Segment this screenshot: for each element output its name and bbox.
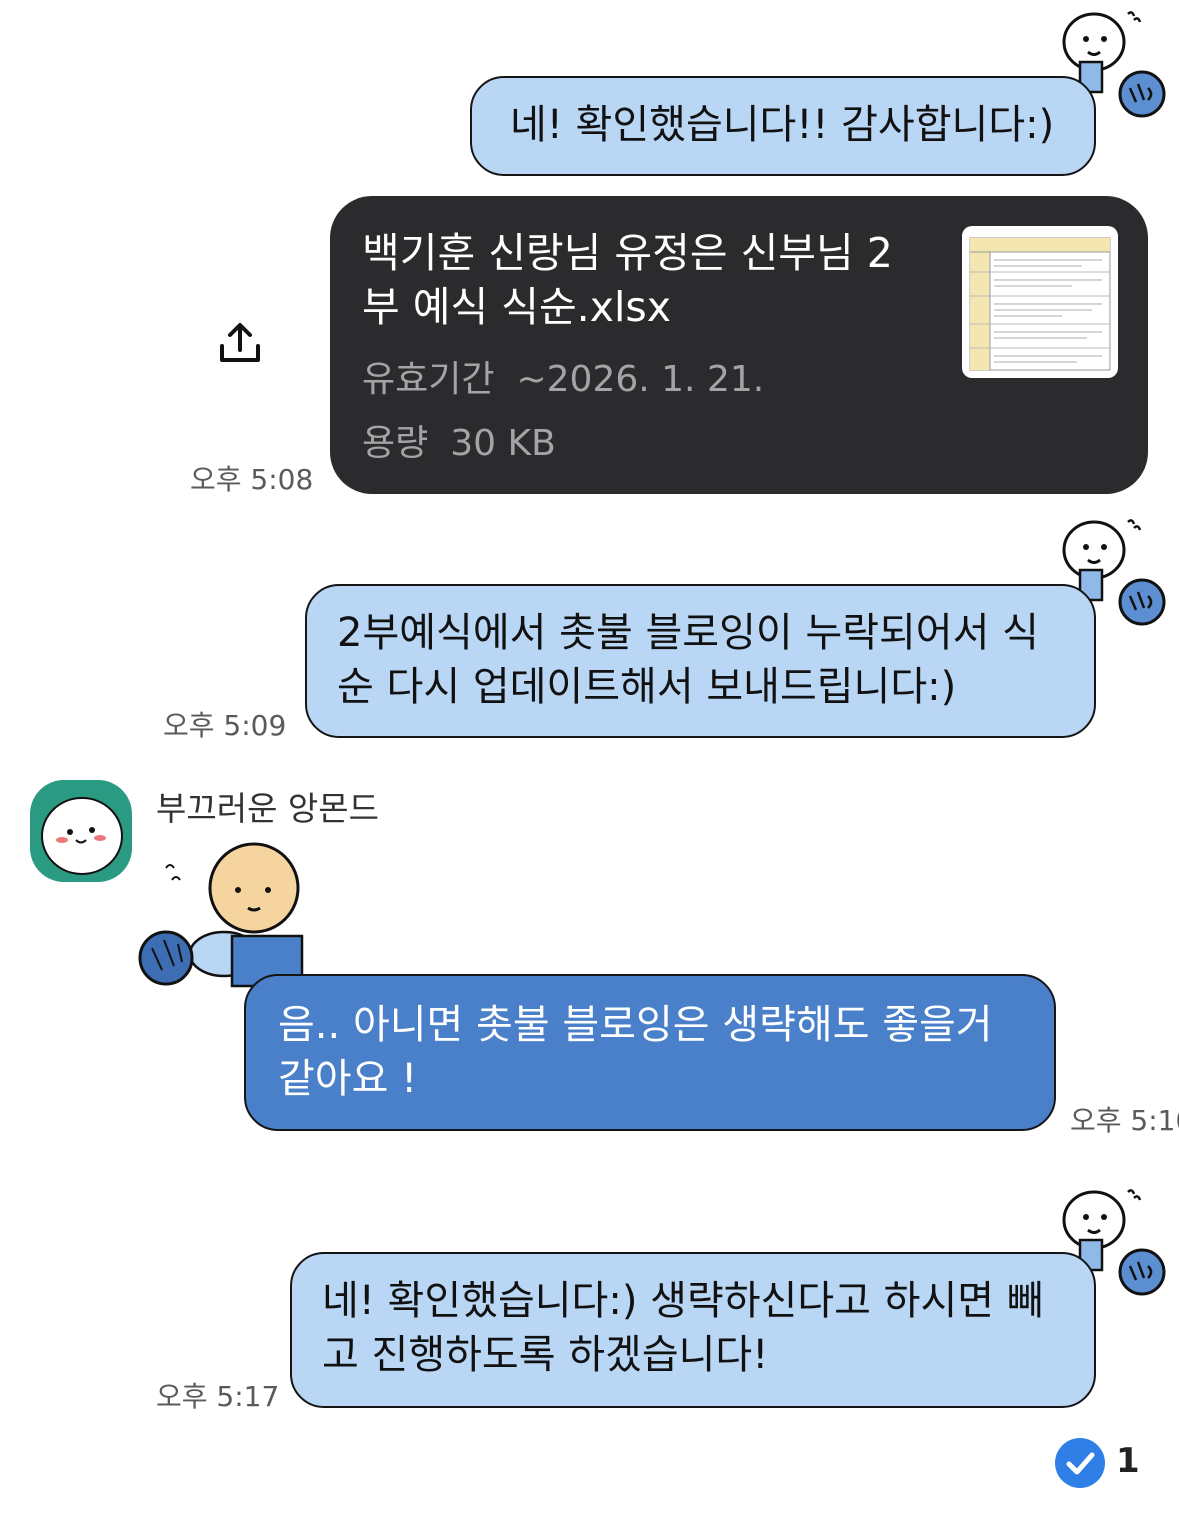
message-text-line: 고 진행하도록 하겠습니다!: [322, 1332, 769, 1378]
file-expiry-label: 유효기간: [362, 359, 495, 400]
message-text-line: 네! 확인했습니다:) 생략하신다고 하시면 빼: [322, 1278, 1044, 1324]
file-expiry-value: ~2026. 1. 21.: [516, 359, 765, 400]
message-time: 오후 5:09: [163, 709, 287, 742]
sender-name: 부끄러운 앙몬드: [156, 789, 380, 828]
file-attachment-card[interactable]: 백기훈 신랑님 유정은 신부님 2부 예식 식순.xlsx 유효기간 ~2026.…: [330, 196, 1148, 494]
message-time: 오후 5:08: [190, 463, 314, 496]
check-icon: [1055, 1438, 1105, 1488]
message-text-line: 2부예식에서 촛불 블로잉이 누락되어서 식: [337, 610, 1039, 656]
message-text-line: 같아요 !: [278, 1056, 418, 1102]
share-icon[interactable]: [218, 320, 262, 366]
file-size: 용량 30 KB: [362, 414, 556, 466]
sticker-bear-knitting: [136, 836, 336, 996]
file-expiry: 유효기간 ~2026. 1. 21.: [362, 350, 764, 402]
file-size-value: 30 KB: [450, 423, 556, 464]
message-bubble-sent[interactable]: 네! 확인했습니다!! 감사합니다:): [470, 76, 1096, 176]
message-time: 오후 5:17: [156, 1380, 280, 1413]
avatar[interactable]: [30, 780, 132, 882]
message-bubble-sent[interactable]: 2부예식에서 촛불 블로잉이 누락되어서 식 순 다시 업데이트해서 보내드립니…: [305, 584, 1096, 738]
message-time: 오후 5:10: [1070, 1104, 1179, 1137]
file-size-label: 용량: [362, 423, 429, 464]
read-count: 1: [1116, 1441, 1140, 1481]
message-bubble-received[interactable]: 음.. 아니면 촛불 블로잉은 생략해도 좋을거 같아요 !: [244, 974, 1056, 1131]
message-text: 네! 확인했습니다!! 감사합니다:): [510, 102, 1055, 148]
file-thumbnail: [962, 226, 1118, 378]
message-bubble-sent[interactable]: 네! 확인했습니다:) 생략하신다고 하시면 빼 고 진행하도록 하겠습니다!: [290, 1252, 1096, 1408]
file-name: 백기훈 신랑님 유정은 신부님 2부 예식 식순.xlsx: [362, 229, 893, 331]
message-text-line: 순 다시 업데이트해서 보내드립니다:): [337, 664, 957, 710]
message-text-line: 음.. 아니면 촛불 블로잉은 생략해도 좋을거: [278, 1002, 993, 1048]
